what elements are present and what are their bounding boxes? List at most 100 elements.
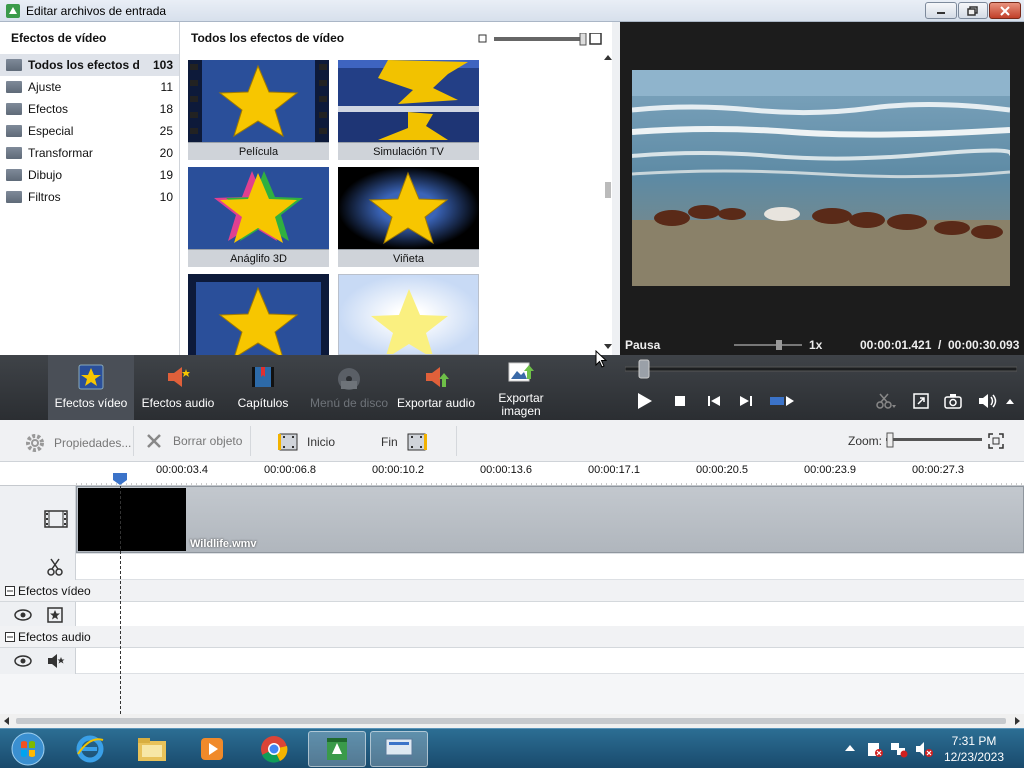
chevron-up-icon [1006,399,1014,404]
playhead-marker[interactable] [112,472,128,486]
cut-track[interactable] [76,554,1024,580]
audio-effects-button[interactable]: Efectos audio [140,355,216,420]
scissors-icon [47,558,63,576]
ruler-tick-label: 00:00:23.9 [804,464,856,476]
video-effects-track[interactable] [76,602,1024,628]
play-button[interactable] [633,391,655,411]
cut-track-header [0,554,76,580]
stop-icon [675,396,685,406]
properties-button[interactable]: Propiedades... [24,432,131,454]
effect-anaglifo-3d[interactable]: Anáglifo 3D [188,167,329,267]
audio-effects-section[interactable]: Efectos audio [0,626,1024,648]
internet-explorer-taskbar-icon[interactable] [62,731,118,767]
volume-menu-button[interactable] [1003,391,1017,411]
timeline-ruler[interactable]: 00:00:03.4 00:00:06.8 00:00:10.2 00:00:1… [0,462,1024,486]
stop-button[interactable] [669,391,691,411]
set-start-button[interactable]: Inicio [277,432,335,452]
close-button[interactable] [989,2,1021,19]
windows-taskbar: 7:31 PM 12/23/2023 [0,728,1024,768]
folder-icon [6,103,22,115]
delete-object-label: Borrar objeto [173,434,243,448]
disc-menu-button[interactable]: Menú de disco [308,355,390,420]
volume-button[interactable] [975,391,1001,411]
audio-effects-track[interactable] [76,648,1024,674]
title-bar[interactable]: Editar archivos de entrada [0,0,1024,22]
export-image-button[interactable]: Exportar imagen [488,355,554,420]
eye-icon[interactable] [14,608,32,622]
category-filtros[interactable]: Filtros 10 [0,186,179,208]
media-player-taskbar-icon[interactable] [184,731,240,767]
effect-thumbnail [188,274,329,355]
chapters-button[interactable]: Capítulos [228,355,298,420]
export-audio-button[interactable]: Exportar audio [394,355,478,420]
star-effect-icon[interactable] [47,607,63,623]
zoom-slider[interactable] [884,432,984,448]
category-all[interactable]: Todos los efectos d... 103 [0,54,179,76]
network-icon[interactable] [890,740,908,758]
ruler-tick-label: 00:00:03.4 [156,464,208,476]
category-count: 103 [152,58,173,72]
action-center-icon[interactable] [866,740,884,758]
video-effects-button[interactable]: Efectos vídeo [48,355,134,420]
playback-speed[interactable]: 1x [809,338,822,352]
system-clock[interactable]: 7:31 PM 12/23/2023 [934,733,1014,765]
keyboard-app-taskbar-icon[interactable] [370,731,428,767]
effect-thumbnail-6[interactable] [338,274,479,355]
snapshot-button[interactable] [942,391,964,411]
fullscreen-button[interactable] [910,391,932,411]
effects-gallery-panel: Todos los efectos de vídeo Película Simu… [180,22,612,355]
effects-scrollbar[interactable] [604,52,612,352]
effect-simulacion-tv[interactable]: Simulación TV [338,60,479,160]
ruler-tick-label: 00:00:17.1 [588,464,640,476]
file-explorer-taskbar-icon[interactable] [124,731,180,767]
effect-thumbnail-5[interactable] [188,274,329,355]
keyboard-icon [385,738,413,760]
category-especial[interactable]: Especial 25 [0,120,179,142]
next-frame-button[interactable] [735,391,757,411]
effect-pelicula[interactable]: Película [188,60,329,160]
delete-object-button[interactable]: Borrar objeto [145,432,242,450]
ie-icon [76,735,104,763]
previous-frame-button[interactable] [703,391,725,411]
folder-icon [6,147,22,159]
category-label: Ajuste [28,80,62,94]
set-end-button[interactable]: Fin [381,432,428,452]
video-editor-icon [327,738,347,760]
properties-label: Propiedades... [54,436,132,450]
volume-muted-icon[interactable] [914,740,934,758]
restore-button[interactable] [958,2,988,19]
minimize-button[interactable] [925,2,957,19]
windows-logo-icon [11,732,45,766]
effect-vineta[interactable]: Viñeta [338,167,479,267]
export-image-label-2: imagen [501,404,541,418]
speaker-effect-icon[interactable] [47,653,65,669]
start-button[interactable] [2,731,54,767]
window-title: Editar archivos de entrada [26,4,167,18]
chrome-taskbar-icon[interactable] [246,731,302,767]
video-track-header [0,486,76,554]
eye-icon[interactable] [14,654,32,668]
video-effects-section[interactable]: Efectos vídeo [0,580,1024,602]
separator [133,426,134,456]
category-count: 10 [159,190,173,204]
category-count: 20 [159,146,173,160]
category-efectos[interactable]: Efectos 18 [0,98,179,120]
chapters-icon [252,367,274,387]
category-transformar[interactable]: Transformar 20 [0,142,179,164]
next-clip-button[interactable] [768,391,796,411]
video-editor-taskbar-icon[interactable] [308,731,366,767]
skip-forward-icon [740,396,752,406]
seek-bar[interactable] [625,357,1017,381]
category-dibujo[interactable]: Dibujo 19 [0,164,179,186]
thumbnail-size-slider[interactable] [478,33,602,47]
cut-button[interactable] [874,391,898,411]
timeline-scrollbar[interactable] [0,714,1024,728]
volume-slider[interactable] [734,340,802,350]
video-clip[interactable]: Wildlife.wmv [76,486,1024,553]
category-ajuste[interactable]: Ajuste 11 [0,76,179,98]
minimize-icon [937,11,945,14]
show-hidden-icons-icon[interactable] [844,743,856,753]
zoom-fit-icon[interactable] [988,433,1004,449]
audio-effects-label: Efectos audio [141,396,215,410]
video-track[interactable]: Wildlife.wmv [76,486,1024,554]
